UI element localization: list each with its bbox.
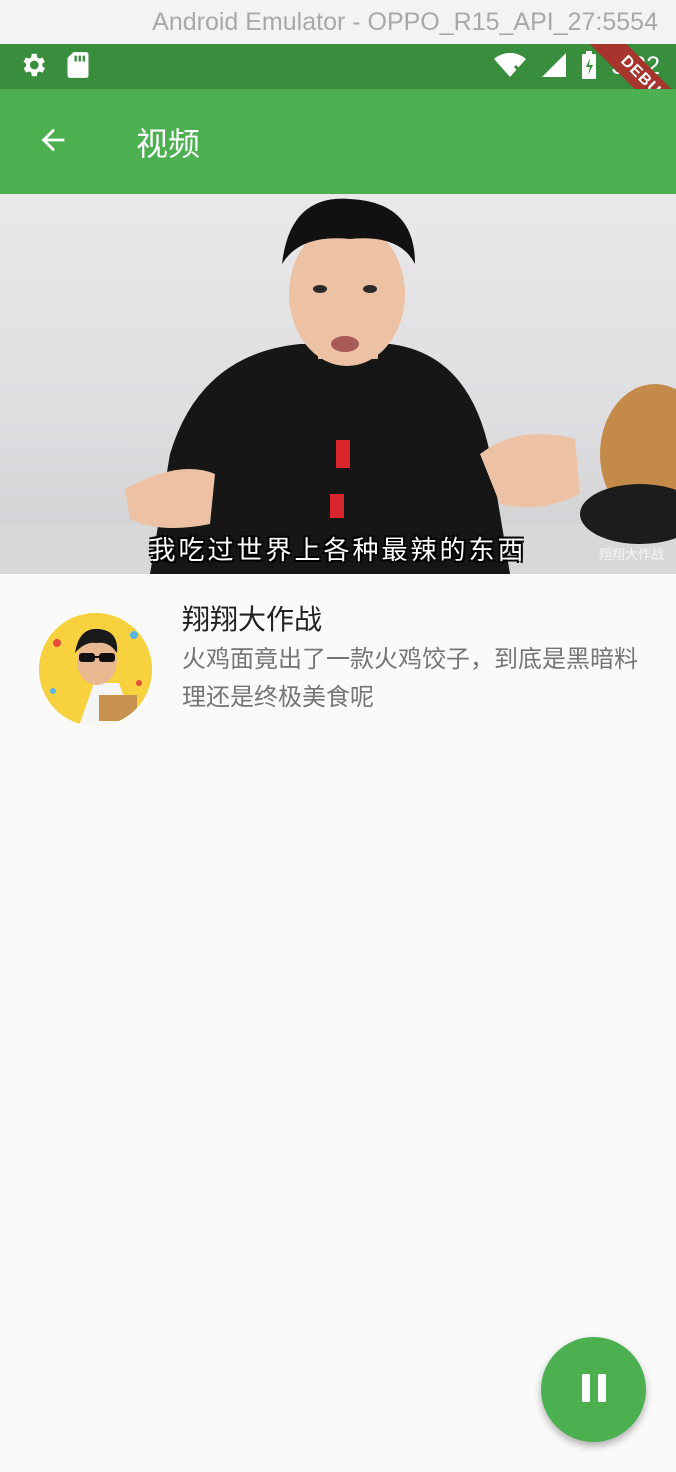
app-bar: 视频 [0, 89, 676, 194]
battery-icon [581, 50, 597, 83]
avatar-illustration [39, 613, 152, 726]
window-title-text: Android Emulator - OPPO_R15_API_27:5554 [152, 7, 658, 36]
video-description: 火鸡面竟出了一款火鸡饺子，到底是黑暗料理还是终极美食呢 [182, 645, 638, 711]
signal-icon [541, 52, 567, 82]
settings-icon [18, 50, 48, 84]
arrow-back-icon [36, 123, 70, 161]
sd-card-icon [66, 51, 90, 83]
video-frame-illustration [0, 198, 676, 574]
pause-icon [581, 1373, 607, 1407]
author-name[interactable]: 翔翔大作战 [182, 598, 322, 638]
pause-button[interactable] [541, 1337, 646, 1442]
video-watermark: 翔翔大作战 [598, 548, 664, 563]
author-avatar[interactable] [39, 613, 152, 726]
page-title: 视频 [136, 124, 201, 163]
status-time: 3:32 [611, 52, 660, 80]
video-subtitle: 我吃过世界上各种最辣的东西 [149, 536, 527, 566]
wifi-icon [493, 51, 527, 83]
status-bar: 3:32 [0, 44, 676, 89]
video-player[interactable]: 我吃过世界上各种最辣的东西 翔翔大作战 [0, 194, 676, 574]
emulator-window-title: Android Emulator - OPPO_R15_API_27:5554 [0, 0, 676, 44]
back-button[interactable] [0, 89, 106, 194]
